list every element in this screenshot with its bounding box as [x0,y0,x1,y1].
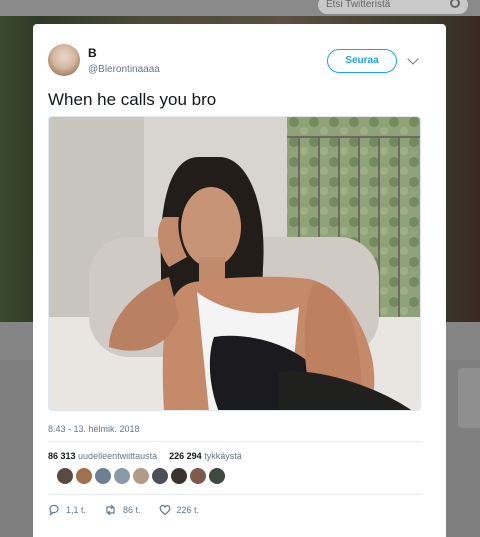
tweet-text: When he calls you bro [48,90,217,109]
retweet-button[interactable]: 86 t. [104,504,141,516]
avatar[interactable] [48,44,80,76]
like-count[interactable]: 226 294 [169,451,202,461]
background-search-field: Etsi Twitteristä [318,0,468,14]
retweet-count-label[interactable]: uudelleentwiittausta [78,451,157,461]
liker-avatar[interactable] [133,468,149,484]
liker-avatar[interactable] [171,468,187,484]
retweet-icon [106,504,115,516]
reply-count: 1,1 t. [66,505,87,515]
author-name[interactable]: B [88,46,97,60]
liker-avatar[interactable] [76,468,92,484]
liker-avatar[interactable] [114,468,130,484]
reply-icon [49,504,59,516]
retweet-count[interactable]: 86 313 [48,451,76,461]
tweet-modal: B @Blerontinaaaa Seuraa When he calls yo… [33,24,446,537]
liker-avatar[interactable] [209,468,225,484]
tweet-timestamp[interactable]: 8.43 - 13. helmik. 2018 [48,424,140,434]
liker-avatar[interactable] [152,468,168,484]
liker-avatar[interactable] [57,468,73,484]
tweet-actions: 1,1 t. 86 t. 226 t. [48,504,217,516]
reply-button[interactable]: 1,1 t. [48,504,86,516]
divider [48,441,421,442]
liker-avatars [57,468,225,488]
tweet-stats: 86 313 uudelleentwiittausta 226 294 tykk… [48,451,244,461]
search-icon [450,0,460,8]
liker-avatar[interactable] [95,468,111,484]
like-short-count: 226 t. [176,505,200,515]
background-side-card [458,368,480,428]
author-handle[interactable]: @Blerontinaaaa [88,64,160,75]
like-count-label[interactable]: tykkäystä [204,451,242,461]
liker-avatar[interactable] [190,468,206,484]
like-icon [159,504,170,516]
search-placeholder: Etsi Twitteristä [326,0,391,10]
divider [48,494,421,495]
tweet-photo[interactable] [48,116,421,411]
follow-button[interactable]: Seuraa [327,49,397,73]
chevron-down-icon[interactable] [407,53,419,65]
like-button[interactable]: 226 t. [159,504,200,516]
retweet-short-count: 86 t. [123,505,141,515]
